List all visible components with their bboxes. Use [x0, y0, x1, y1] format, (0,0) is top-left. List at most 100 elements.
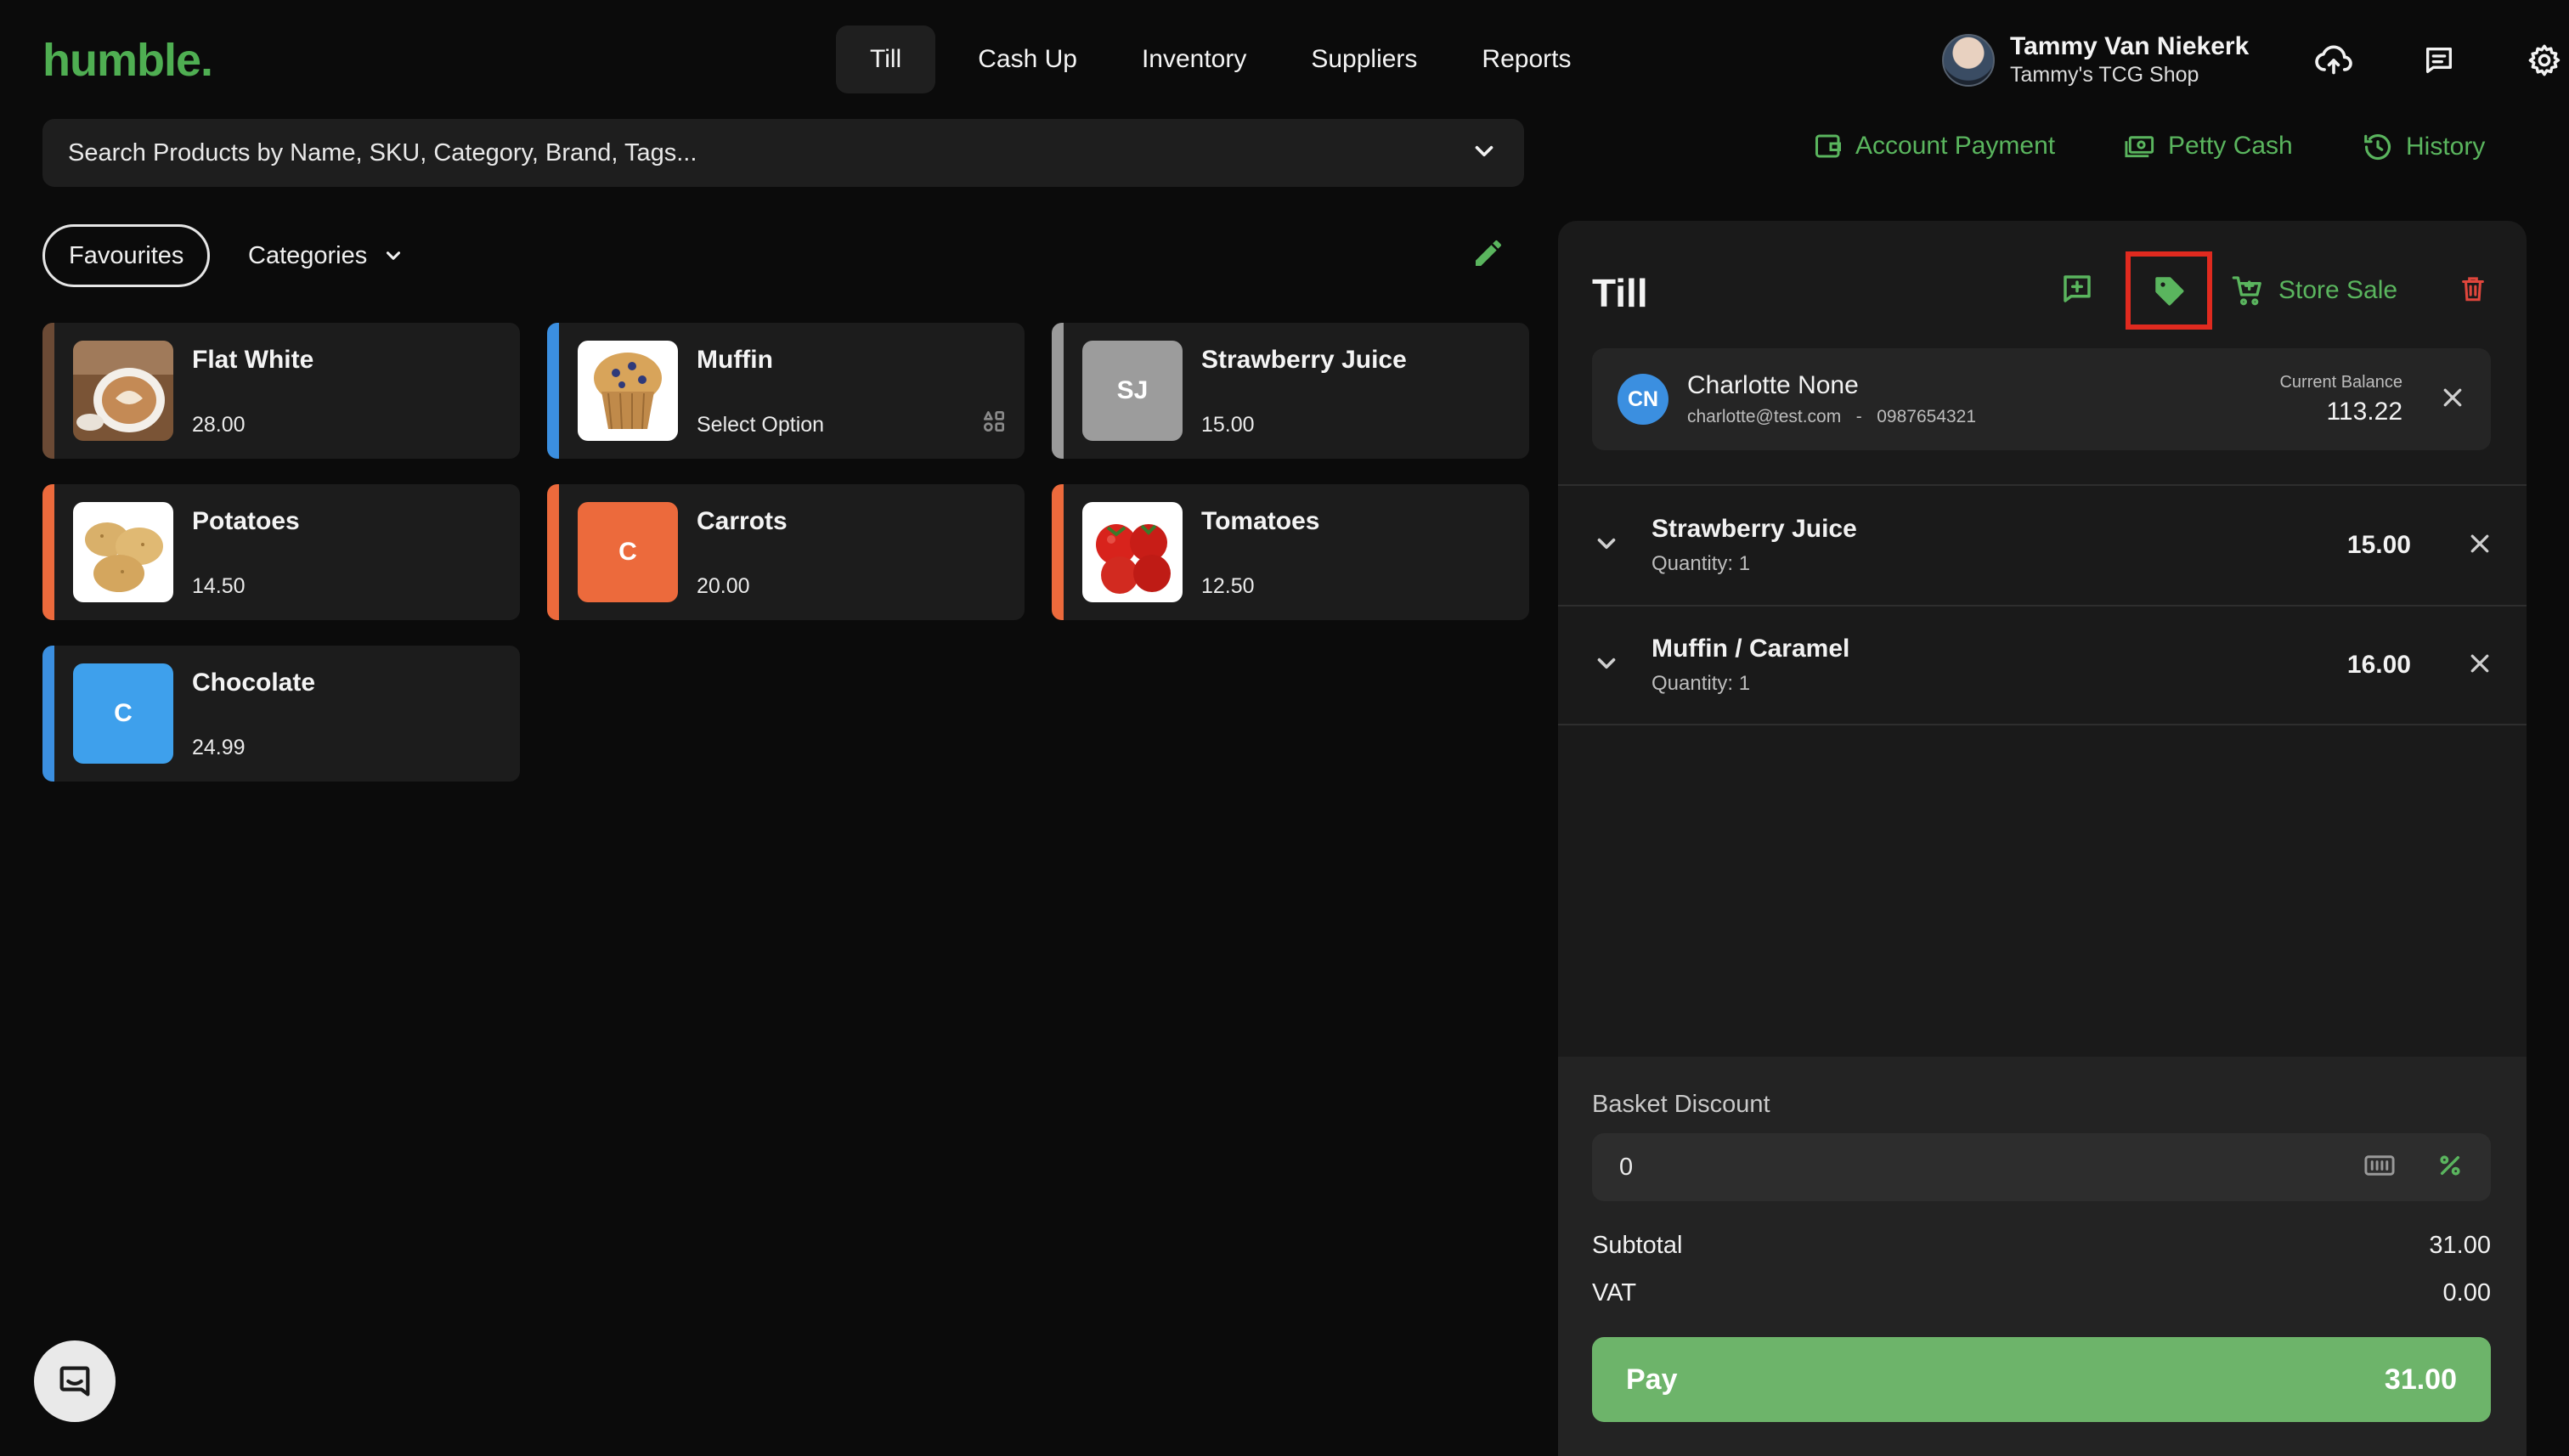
category-stripe: [547, 484, 559, 620]
edit-favourites-icon[interactable]: [1471, 236, 1505, 274]
app-logo[interactable]: humble.: [42, 34, 213, 87]
fixed-amount-icon[interactable]: [2363, 1153, 2396, 1182]
store-sale-button[interactable]: Store Sale: [2231, 274, 2397, 308]
line-item-info: Muffin / Caramel Quantity: 1: [1652, 635, 2347, 696]
customer-balance: Current Balance 113.22: [2279, 373, 2402, 426]
line-item-price: 16.00: [2346, 651, 2411, 679]
product-info: Flat White 28.00: [192, 341, 520, 441]
chevron-down-icon[interactable]: [1470, 137, 1499, 170]
till-title: Till: [1592, 271, 1648, 315]
subtotal-value: 31.00: [2429, 1232, 2491, 1259]
customer-card[interactable]: CN Charlotte None charlotte@test.com - 0…: [1592, 348, 2491, 450]
basket-discount-label: Basket Discount: [1592, 1091, 1770, 1118]
basket-line-item[interactable]: Strawberry Juice Quantity: 1 15.00: [1558, 484, 2527, 605]
user-name: Tammy Van Niekerk: [2010, 32, 2250, 60]
pay-button[interactable]: Pay 31.00: [1592, 1337, 2491, 1422]
store-sale-label: Store Sale: [2278, 276, 2398, 304]
product-card[interactable]: SJ Strawberry Juice 15.00: [1052, 323, 1529, 459]
remove-item-icon[interactable]: [2467, 651, 2493, 680]
tab-inventory[interactable]: Inventory: [1109, 25, 1279, 93]
product-card[interactable]: C Chocolate 24.99: [42, 646, 520, 782]
chat-icon: [59, 1366, 90, 1397]
message-icon[interactable]: [2419, 40, 2459, 81]
categories-label: Categories: [248, 241, 368, 269]
cash-icon: [2125, 136, 2154, 158]
account-payment-label: Account Payment: [1855, 132, 2056, 160]
history-label: History: [2406, 133, 2486, 161]
cloud-upload-icon[interactable]: [2313, 40, 2354, 81]
tab-till[interactable]: Till: [836, 25, 936, 93]
remove-item-icon[interactable]: [2467, 531, 2493, 561]
product-card[interactable]: Muffin Select Option: [547, 323, 1025, 459]
product-initials-thumbnail: C: [73, 663, 173, 764]
product-info: Muffin Select Option: [697, 341, 1025, 441]
wallet-icon: [1815, 134, 1841, 158]
category-stripe: [1052, 323, 1064, 459]
balance-label: Current Balance: [2279, 372, 2402, 392]
tag-icon: [2155, 277, 2184, 306]
percent-icon[interactable]: [2436, 1152, 2464, 1183]
product-name: Chocolate: [192, 669, 316, 697]
product-price: 15.00: [1201, 413, 1255, 437]
potatoes-image: [73, 502, 173, 602]
product-search-input[interactable]: Search Products by Name, SKU, Category, …: [42, 119, 1524, 187]
product-card[interactable]: C Carrots 20.00: [547, 484, 1025, 620]
subtotal-row: Subtotal 31.00: [1592, 1232, 2491, 1260]
customer-email: charlotte@test.com: [1687, 407, 1842, 426]
pay-label: Pay: [1626, 1363, 1678, 1396]
product-card[interactable]: Flat White 28.00: [42, 323, 520, 459]
checkout-summary: Basket Discount 0 Subtotal 31.00 VAT 0.0…: [1558, 1057, 2527, 1456]
product-price: 28.00: [192, 413, 246, 437]
customer-name: Charlotte None: [1687, 371, 1859, 399]
search-placeholder: Search Products by Name, SKU, Category, …: [68, 138, 697, 166]
tomatoes-image: [1082, 502, 1183, 602]
trash-icon[interactable]: [2459, 274, 2487, 308]
favourites-filter-button[interactable]: Favourites: [42, 224, 211, 287]
customer-phone: 0987654321: [1877, 407, 1977, 426]
history-icon: [2364, 134, 2391, 161]
variants-icon: [980, 408, 1008, 439]
vat-value: 0.00: [2442, 1279, 2491, 1306]
expand-chevron-icon[interactable]: [1592, 649, 1626, 682]
discount-mode-toggle: [2363, 1152, 2464, 1183]
product-name: Flat White: [192, 346, 314, 374]
product-name: Tomatoes: [1201, 507, 1320, 535]
expand-chevron-icon[interactable]: [1592, 529, 1626, 562]
product-price: Select Option: [697, 413, 825, 437]
customer-info: Charlotte None charlotte@test.com - 0987…: [1687, 371, 2279, 427]
petty-cash-label: Petty Cash: [2168, 132, 2293, 160]
muffin-image: [578, 341, 678, 441]
category-stripe: [42, 646, 54, 782]
history-button[interactable]: History: [2362, 131, 2485, 163]
product-initials-thumbnail: C: [578, 502, 678, 602]
basket-discount-input[interactable]: 0: [1592, 1133, 2491, 1201]
categories-dropdown[interactable]: Categories: [248, 224, 404, 287]
remove-customer-icon[interactable]: [2440, 385, 2465, 415]
tab-cash-up[interactable]: Cash Up: [946, 25, 1109, 93]
main-nav: Till Cash Up Inventory Suppliers Reports: [836, 25, 1603, 93]
line-item-name: Strawberry Juice: [1652, 515, 1857, 543]
basket-line-item[interactable]: Muffin / Caramel Quantity: 1 16.00: [1558, 605, 2527, 725]
product-info: Potatoes 14.50: [192, 502, 520, 602]
gear-icon[interactable]: [2524, 40, 2565, 81]
product-price: 14.50: [192, 574, 246, 598]
balance-value: 113.22: [2326, 397, 2402, 426]
product-card[interactable]: Tomatoes 12.50: [1052, 484, 1529, 620]
user-menu[interactable]: Tammy Van Niekerk Tammy's TCG Shop: [1942, 32, 2565, 87]
category-stripe: [547, 323, 559, 459]
support-chat-button[interactable]: [34, 1340, 116, 1422]
pay-amount: 31.00: [2384, 1363, 2457, 1396]
add-note-icon[interactable]: [2059, 271, 2095, 311]
customer-contact: charlotte@test.com - 0987654321: [1687, 407, 2279, 427]
product-info: Strawberry Juice 15.00: [1201, 341, 1529, 441]
category-stripe: [1052, 484, 1064, 620]
product-initials-thumbnail: SJ: [1082, 341, 1183, 441]
account-payment-button[interactable]: Account Payment: [1813, 131, 2055, 161]
petty-cash-button[interactable]: Petty Cash: [2124, 131, 2293, 161]
product-name: Potatoes: [192, 507, 300, 535]
tab-suppliers[interactable]: Suppliers: [1279, 25, 1449, 93]
user-avatar[interactable]: [1942, 33, 1995, 87]
product-card[interactable]: Potatoes 14.50: [42, 484, 520, 620]
tab-reports[interactable]: Reports: [1449, 25, 1603, 93]
discount-tag-button[interactable]: [2126, 251, 2212, 330]
